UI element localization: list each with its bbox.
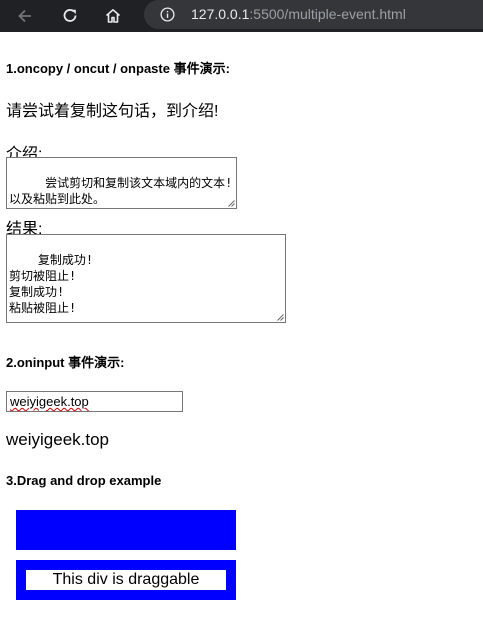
- url-host: 127.0.0.1: [191, 6, 250, 22]
- browser-toolbar: 127.0.0.1:5500/multiple-event.html: [0, 0, 483, 32]
- resize-handle-icon[interactable]: [276, 313, 284, 321]
- input-section-heading: 2.oninput 事件演示:: [6, 355, 125, 370]
- url-text[interactable]: 127.0.0.1:5500/multiple-event.html: [191, 6, 406, 23]
- resize-handle-icon[interactable]: [227, 199, 235, 207]
- intro-textarea[interactable]: 尝试剪切和复制该文本域内的文本! 以及粘贴到此处。: [6, 157, 237, 209]
- drop-zone-1[interactable]: [16, 510, 236, 550]
- result-textarea-text: 复制成功! 剪切被阻止! 复制成功! 粘贴被阻止!: [9, 253, 94, 315]
- reload-icon: [63, 9, 77, 22]
- drop-zone-2[interactable]: This div is draggable: [16, 560, 236, 600]
- home-button[interactable]: [100, 3, 126, 29]
- copy-section-heading: 1.oncopy / oncut / onpaste 事件演示:: [6, 61, 230, 76]
- home-icon: [105, 9, 121, 23]
- intro-textarea-text: 尝试剪切和复制该文本域内的文本! 以及粘贴到此处。: [9, 176, 233, 206]
- page-content: 1.oncopy / oncut / onpaste 事件演示: 请尝试着复制这…: [0, 32, 483, 629]
- reload-button[interactable]: [57, 3, 83, 29]
- back-button[interactable]: [12, 3, 38, 29]
- address-bar[interactable]: 127.0.0.1:5500/multiple-event.html: [144, 0, 483, 29]
- back-arrow-icon: [18, 9, 31, 23]
- input-echo-text: weiyigeek.top: [6, 430, 110, 449]
- copy-paragraph: 请尝试着复制这句话，到介绍!: [6, 103, 219, 120]
- text-input-value: weiyigeek.top: [10, 394, 89, 409]
- draggable-div[interactable]: This div is draggable: [26, 570, 226, 590]
- url-path: :5500/multiple-event.html: [249, 6, 406, 22]
- text-input[interactable]: weiyigeek.top: [6, 391, 183, 412]
- result-textarea[interactable]: 复制成功! 剪切被阻止! 复制成功! 粘贴被阻止!: [6, 234, 286, 323]
- info-icon[interactable]: [160, 7, 175, 22]
- drag-section-heading: 3.Drag and drop example: [6, 473, 162, 488]
